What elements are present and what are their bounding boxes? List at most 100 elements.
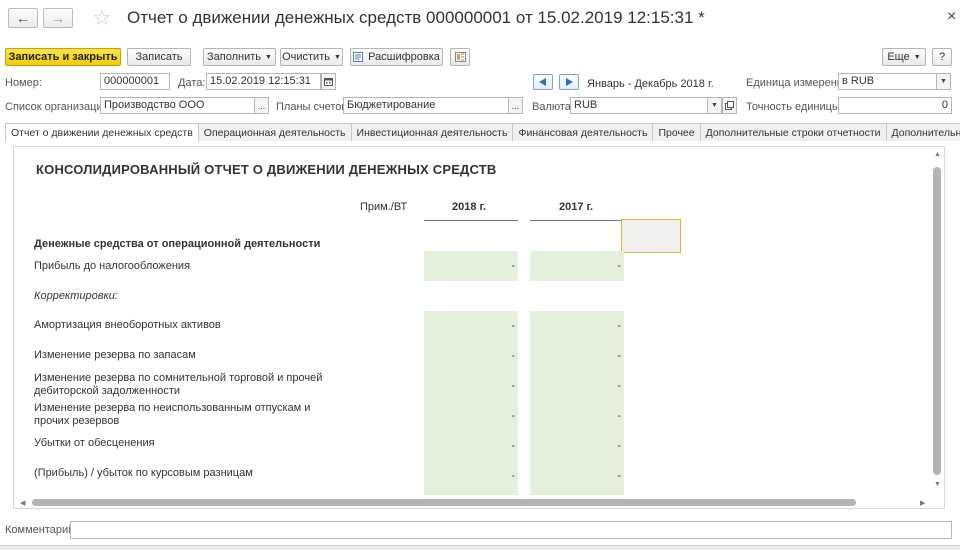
comment-input[interactable] [70, 521, 952, 539]
unit-label: Единица измерения: [746, 77, 852, 89]
table-cell[interactable]: - [530, 371, 624, 401]
table-cell[interactable]: - [530, 251, 624, 281]
precision-field[interactable]: 0 [838, 97, 952, 114]
tab-investing-activity[interactable]: Инвестиционная деятельность [350, 123, 514, 141]
next-period-button[interactable] [559, 74, 579, 90]
tab-operating-activity[interactable]: Операционная деятельность [197, 123, 352, 141]
currency-label: Валюта: [532, 101, 574, 113]
more-button[interactable]: Еще ▼ [882, 48, 926, 66]
column-header-2017: 2017 г. [559, 201, 594, 213]
calendar-button[interactable] [321, 73, 336, 90]
table-cell[interactable]: - [424, 461, 518, 495]
row-label-vacation-reserve: Изменение резерва по неиспользованным от… [34, 402, 311, 427]
column-header-note: Прим./ВТ [360, 201, 408, 213]
fill-button[interactable]: Заполнить ▼ [203, 48, 276, 66]
dropdown-caret-icon: ▼ [265, 53, 272, 61]
settings-grid-button[interactable] [450, 48, 470, 66]
horizontal-scrollbar-thumb[interactable] [32, 499, 856, 506]
header-underline-2017 [530, 220, 624, 221]
currency-dropdown-button[interactable]: ▼ [707, 97, 722, 114]
date-label: Дата: [178, 77, 206, 89]
dropdown-caret-icon: ▼ [333, 53, 341, 61]
arrow-left-icon [539, 78, 546, 86]
column-header-2018: 2018 г. [452, 201, 487, 213]
dropdown-caret-icon: ▼ [711, 102, 718, 109]
comment-label: Комментарий: [5, 524, 78, 536]
grid-settings-icon [454, 52, 466, 62]
table-cell[interactable]: - [424, 311, 518, 341]
dropdown-caret-icon: ▼ [940, 78, 947, 85]
number-label: Номер: [5, 77, 42, 89]
table-cell[interactable]: - [530, 401, 624, 431]
number-field[interactable]: 000000001 [100, 73, 170, 90]
row-label-profit-before-tax: Прибыль до налогообложения [34, 260, 191, 272]
currency-field[interactable]: RUB [570, 97, 708, 114]
decode-label: Расшифровка [368, 51, 440, 63]
tab-financing-activity[interactable]: Финансовая деятельность [512, 123, 654, 141]
selected-cell[interactable] [621, 219, 681, 253]
back-arrow-icon: ← [16, 10, 30, 26]
open-window-icon [725, 101, 734, 110]
previous-period-button[interactable] [533, 74, 553, 90]
currency-open-button[interactable] [722, 97, 737, 114]
forward-button[interactable]: → [43, 8, 73, 28]
close-icon[interactable]: × [947, 8, 956, 26]
tab-bar: Отчет о движении денежных средств Операц… [5, 123, 960, 142]
row-label-operating: Денежные средства от операционной деятел… [34, 238, 321, 250]
table-cell[interactable]: - [530, 341, 624, 371]
table-cell[interactable]: - [424, 401, 518, 431]
clear-label: Очистить [282, 51, 330, 63]
row-label-doubtful-receivables: Изменение резерва по сомнительной торгов… [34, 372, 323, 397]
calendar-icon [324, 78, 333, 86]
help-button[interactable]: ? [932, 48, 952, 66]
forward-arrow-icon: → [51, 10, 65, 26]
table-cell[interactable]: - [530, 431, 624, 461]
date-field[interactable]: 15.02.2019 12:15:31 [206, 73, 321, 90]
report-spreadsheet[interactable]: КОНСОЛИДИРОВАННЫЙ ОТЧЕТ О ДВИЖЕНИИ ДЕНЕЖ… [13, 146, 945, 509]
tab-other[interactable]: Прочее [652, 123, 701, 141]
tab-additional[interactable]: Дополнительно [885, 123, 960, 141]
table-cell[interactable]: - [530, 311, 624, 341]
row-label-depreciation: Амортизация внеоборотных активов [34, 319, 221, 331]
row-label-impairment-losses: Убытки от обесценения [34, 437, 155, 449]
scroll-up-arrow-icon[interactable]: ▲ [934, 151, 941, 158]
decode-button[interactable]: Расшифровка [350, 48, 443, 66]
decode-icon [353, 52, 364, 62]
tab-additional-report-lines[interactable]: Дополнительные строки отчетности [699, 123, 887, 141]
arrow-right-icon [566, 78, 573, 86]
favorite-star-icon[interactable]: ☆ [92, 5, 112, 31]
orgs-select-button[interactable]: ... [254, 97, 269, 114]
vertical-scrollbar-thumb[interactable] [933, 167, 941, 475]
table-cell[interactable]: - [424, 341, 518, 371]
scroll-right-arrow-icon[interactable]: ▶ [920, 499, 925, 507]
table-cell[interactable]: - [424, 251, 518, 281]
more-label: Еще [887, 51, 910, 63]
row-label-fx-differences: (Прибыль) / убыток по курсовым разницам [34, 467, 253, 479]
back-button[interactable]: ← [8, 8, 38, 28]
scroll-left-arrow-icon[interactable]: ◀ [20, 499, 25, 507]
status-bar [0, 545, 960, 550]
period-text[interactable]: Январь - Декабрь 2018 г. [587, 78, 714, 90]
tab-cash-flow-report[interactable]: Отчет о движении денежных средств [5, 123, 199, 142]
dropdown-caret-icon: ▼ [913, 53, 921, 61]
save-button[interactable]: Записать [127, 48, 191, 66]
table-cell[interactable]: - [530, 461, 624, 495]
window-title: Отчет о движении денежных средств 000000… [127, 8, 705, 27]
unit-dropdown-button[interactable]: ▼ [936, 73, 951, 90]
plans-field[interactable]: Бюджетирование [343, 97, 509, 114]
plans-select-button[interactable]: ... [508, 97, 523, 114]
header-underline-2018 [424, 220, 518, 221]
save-and-close-button[interactable]: Записать и закрыть [5, 48, 121, 66]
fill-label: Заполнить [207, 51, 262, 63]
clear-button[interactable]: Очистить ▼ [280, 48, 343, 66]
scroll-down-arrow-icon[interactable]: ▼ [934, 481, 941, 488]
table-cell[interactable]: - [424, 371, 518, 401]
precision-label: Точность единицы: [746, 101, 843, 113]
table-cell[interactable]: - [424, 431, 518, 461]
orgs-field[interactable]: Производство ООО [100, 97, 255, 114]
report-title: КОНСОЛИДИРОВАННЫЙ ОТЧЕТ О ДВИЖЕНИИ ДЕНЕЖ… [36, 162, 497, 177]
row-label-inventory-reserve: Изменение резерва по запасам [34, 349, 196, 361]
plans-label: Планы счетов: [276, 101, 351, 113]
orgs-label: Список организаций: [5, 101, 112, 113]
unit-field[interactable]: в RUB [838, 73, 937, 90]
